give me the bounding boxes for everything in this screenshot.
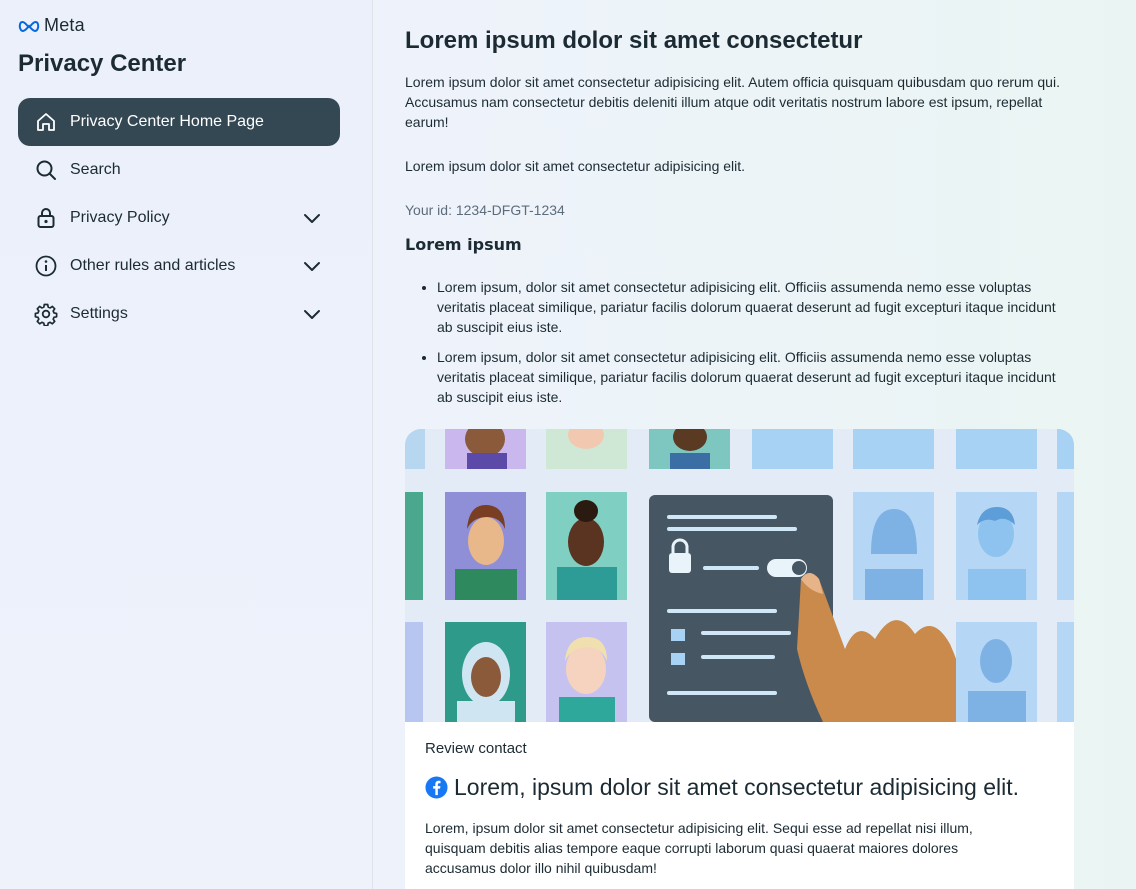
home-icon — [34, 110, 58, 134]
card-title[interactable]: Lorem, ipsum dolor sit amet consectetur … — [425, 774, 1019, 801]
card-text: Lorem, ipsum dolor sit amet consectetur … — [425, 820, 973, 876]
secondary-paragraph: Lorem ipsum dolor sit amet consectetur a… — [405, 158, 746, 174]
info-icon — [34, 254, 58, 278]
gear-icon — [34, 302, 58, 326]
sidebar-item-search[interactable]: Search — [18, 146, 340, 194]
sidebar-item-label: Settings — [70, 305, 128, 322]
sidebar-item-settings[interactable]: Settings — [18, 290, 340, 338]
card-title-text: Lorem, ipsum dolor sit amet consectetur … — [454, 774, 1020, 800]
lock-icon — [34, 206, 58, 230]
chevron-down-icon[interactable] — [300, 254, 324, 278]
bullet-list: Lorem ipsum, dolor sit amet consectetur … — [405, 277, 1074, 417]
section-subheading: Lorem ipsum — [405, 235, 522, 254]
sidebar-nav: Privacy Center Home Page Search Privacy … — [18, 98, 340, 338]
sidebar-item-label: Other rules and articles — [70, 257, 236, 274]
sidebar: Meta Privacy Center Privacy Center Home … — [0, 0, 373, 889]
sidebar-item-label: Privacy Policy — [70, 209, 170, 226]
review-contact-card[interactable]: Review contact Lorem, ipsum dolor sit am… — [405, 429, 1074, 889]
sidebar-item-home[interactable]: Privacy Center Home Page — [18, 98, 340, 146]
user-id-text: Your id: 1234-DFGT-1234 — [405, 202, 565, 218]
chevron-down-icon[interactable] — [300, 206, 324, 230]
privacy-illustration — [405, 429, 1074, 722]
sidebar-item-label: Privacy Center Home Page — [70, 113, 264, 130]
meta-infinity-icon — [18, 20, 40, 32]
meta-logo[interactable]: Meta — [18, 15, 85, 36]
sidebar-title: Privacy Center — [18, 50, 187, 77]
sidebar-item-label: Search — [70, 161, 121, 178]
list-item: Lorem ipsum, dolor sit amet consectetur … — [437, 277, 1074, 337]
facebook-icon — [425, 776, 448, 799]
page-title: Lorem ipsum dolor sit amet consectetur — [405, 27, 863, 54]
search-icon — [34, 158, 58, 182]
chevron-down-icon[interactable] — [300, 302, 324, 326]
sidebar-item-privacy-policy[interactable]: Privacy Policy — [18, 194, 340, 242]
card-tag: Review contact — [425, 740, 527, 757]
list-item: Lorem ipsum, dolor sit amet consectetur … — [437, 347, 1074, 407]
intro-paragraph: Lorem ipsum dolor sit amet consectetur a… — [405, 74, 1060, 130]
sidebar-item-other-rules[interactable]: Other rules and articles — [18, 242, 340, 290]
meta-logo-text: Meta — [44, 15, 85, 35]
